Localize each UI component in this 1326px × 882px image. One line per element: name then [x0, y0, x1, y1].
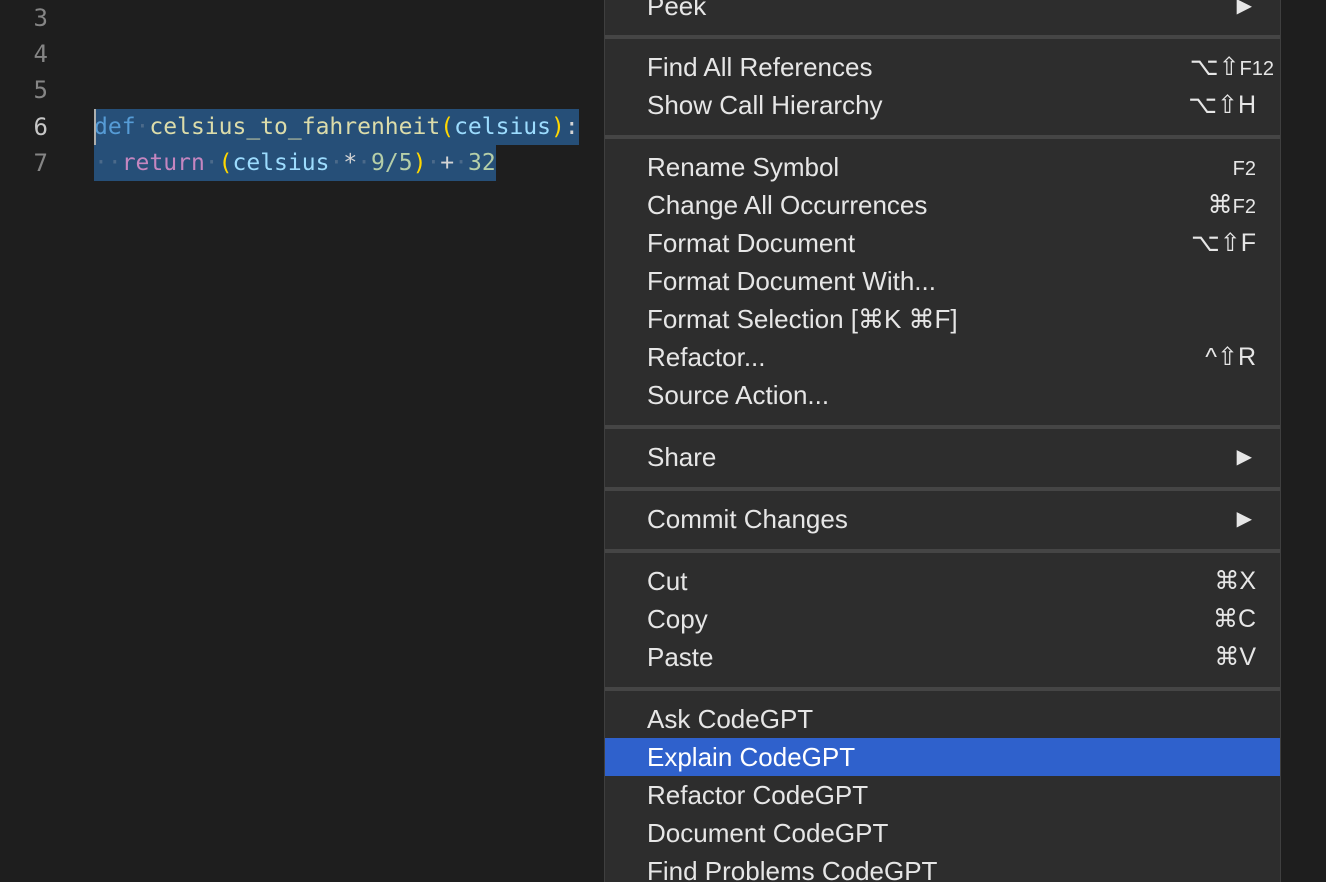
number-expression: 9/5: [371, 150, 413, 176]
menu-item-rename-symbol[interactable]: Rename Symbol F2: [605, 148, 1280, 186]
menu-item-copy[interactable]: Copy ⌘C: [605, 600, 1280, 638]
open-paren: (: [218, 150, 233, 176]
menu-item-show-call-hierarchy[interactable]: Show Call Hierarchy ⌥⇧H: [605, 86, 1280, 124]
menu-item-commit-changes[interactable]: Commit Changes ▶: [605, 500, 1280, 538]
shortcut: ⌘X: [1214, 567, 1256, 595]
line-number: 4: [33, 40, 48, 68]
keyword-def: def: [94, 114, 136, 140]
menu-item-format-document-with[interactable]: Format Document With...: [605, 262, 1280, 300]
parameter: celsius: [454, 114, 551, 140]
menu-separator: [605, 135, 1280, 139]
operator-add: +: [440, 150, 455, 176]
function-name: celsius_to_fahrenheit: [149, 114, 441, 140]
close-paren: ): [412, 150, 427, 176]
editor-right-area: [1282, 0, 1326, 882]
menu-item-change-all-occurrences[interactable]: Change All Occurrences ⌘F2: [605, 186, 1280, 224]
menu-item-refactor[interactable]: Refactor... ^⇧R: [605, 338, 1280, 376]
menu-item-source-action[interactable]: Source Action...: [605, 376, 1280, 414]
context-menu: Peek ▶ Find All References ⌥⇧F12 Show Ca…: [604, 0, 1281, 882]
menu-item-share[interactable]: Share ▶: [605, 438, 1280, 476]
menu-item-refactor-codegpt[interactable]: Refactor CodeGPT: [605, 776, 1280, 814]
code-line-7[interactable]: ··return·(celsius·*·9/5)·+·32: [94, 145, 496, 181]
menu-item-peek[interactable]: Peek ▶: [605, 0, 1280, 25]
line-number: 5: [33, 76, 48, 104]
line-number-active: 6: [33, 113, 48, 141]
menu-item-format-document[interactable]: Format Document ⌥⇧F: [605, 224, 1280, 262]
menu-item-format-selection[interactable]: Format Selection [⌘K ⌘F]: [605, 300, 1280, 338]
submenu-arrow-icon: ▶: [1236, 508, 1252, 530]
shortcut: ⌘V: [1214, 643, 1256, 671]
menu-separator: [605, 549, 1280, 553]
menu-separator: [605, 35, 1280, 39]
menu-separator: [605, 487, 1280, 491]
line-number: 3: [33, 4, 48, 32]
text-cursor: [94, 109, 96, 145]
shortcut: ⌥⇧H: [1188, 91, 1256, 119]
variable: celsius: [232, 150, 330, 176]
code-line-6[interactable]: def·celsius_to_fahrenheit(celsius):: [94, 109, 579, 145]
menu-item-find-problems-codegpt[interactable]: Find Problems CodeGPT: [605, 852, 1280, 882]
shortcut: F2: [1232, 158, 1256, 180]
shortcut: ⌘F2: [1207, 191, 1256, 219]
shortcut: ⌥⇧F12: [1189, 53, 1274, 81]
indent-guide: ··: [94, 150, 122, 176]
shortcut: ^⇧R: [1205, 343, 1256, 371]
line-number: 7: [33, 149, 48, 177]
shortcut: ⌥⇧F: [1190, 229, 1256, 257]
open-paren: (: [440, 114, 455, 140]
menu-item-document-codegpt[interactable]: Document CodeGPT: [605, 814, 1280, 852]
operator-multiply: *: [343, 150, 358, 176]
submenu-arrow-icon: ▶: [1236, 0, 1252, 17]
close-paren: ): [551, 114, 565, 140]
menu-item-find-all-references[interactable]: Find All References ⌥⇧F12: [605, 48, 1280, 86]
number-literal: 32: [468, 150, 496, 176]
shortcut: ⌘C: [1212, 605, 1256, 633]
menu-item-ask-codegpt[interactable]: Ask CodeGPT: [605, 700, 1280, 738]
menu-separator: [605, 687, 1280, 691]
submenu-arrow-icon: ▶: [1236, 446, 1252, 468]
menu-item-explain-codegpt[interactable]: Explain CodeGPT: [605, 738, 1280, 776]
keyword-return: return: [121, 150, 205, 176]
colon: :: [564, 114, 579, 140]
menu-item-cut[interactable]: Cut ⌘X: [605, 562, 1280, 600]
menu-item-paste[interactable]: Paste ⌘V: [605, 638, 1280, 676]
menu-separator: [605, 425, 1280, 429]
